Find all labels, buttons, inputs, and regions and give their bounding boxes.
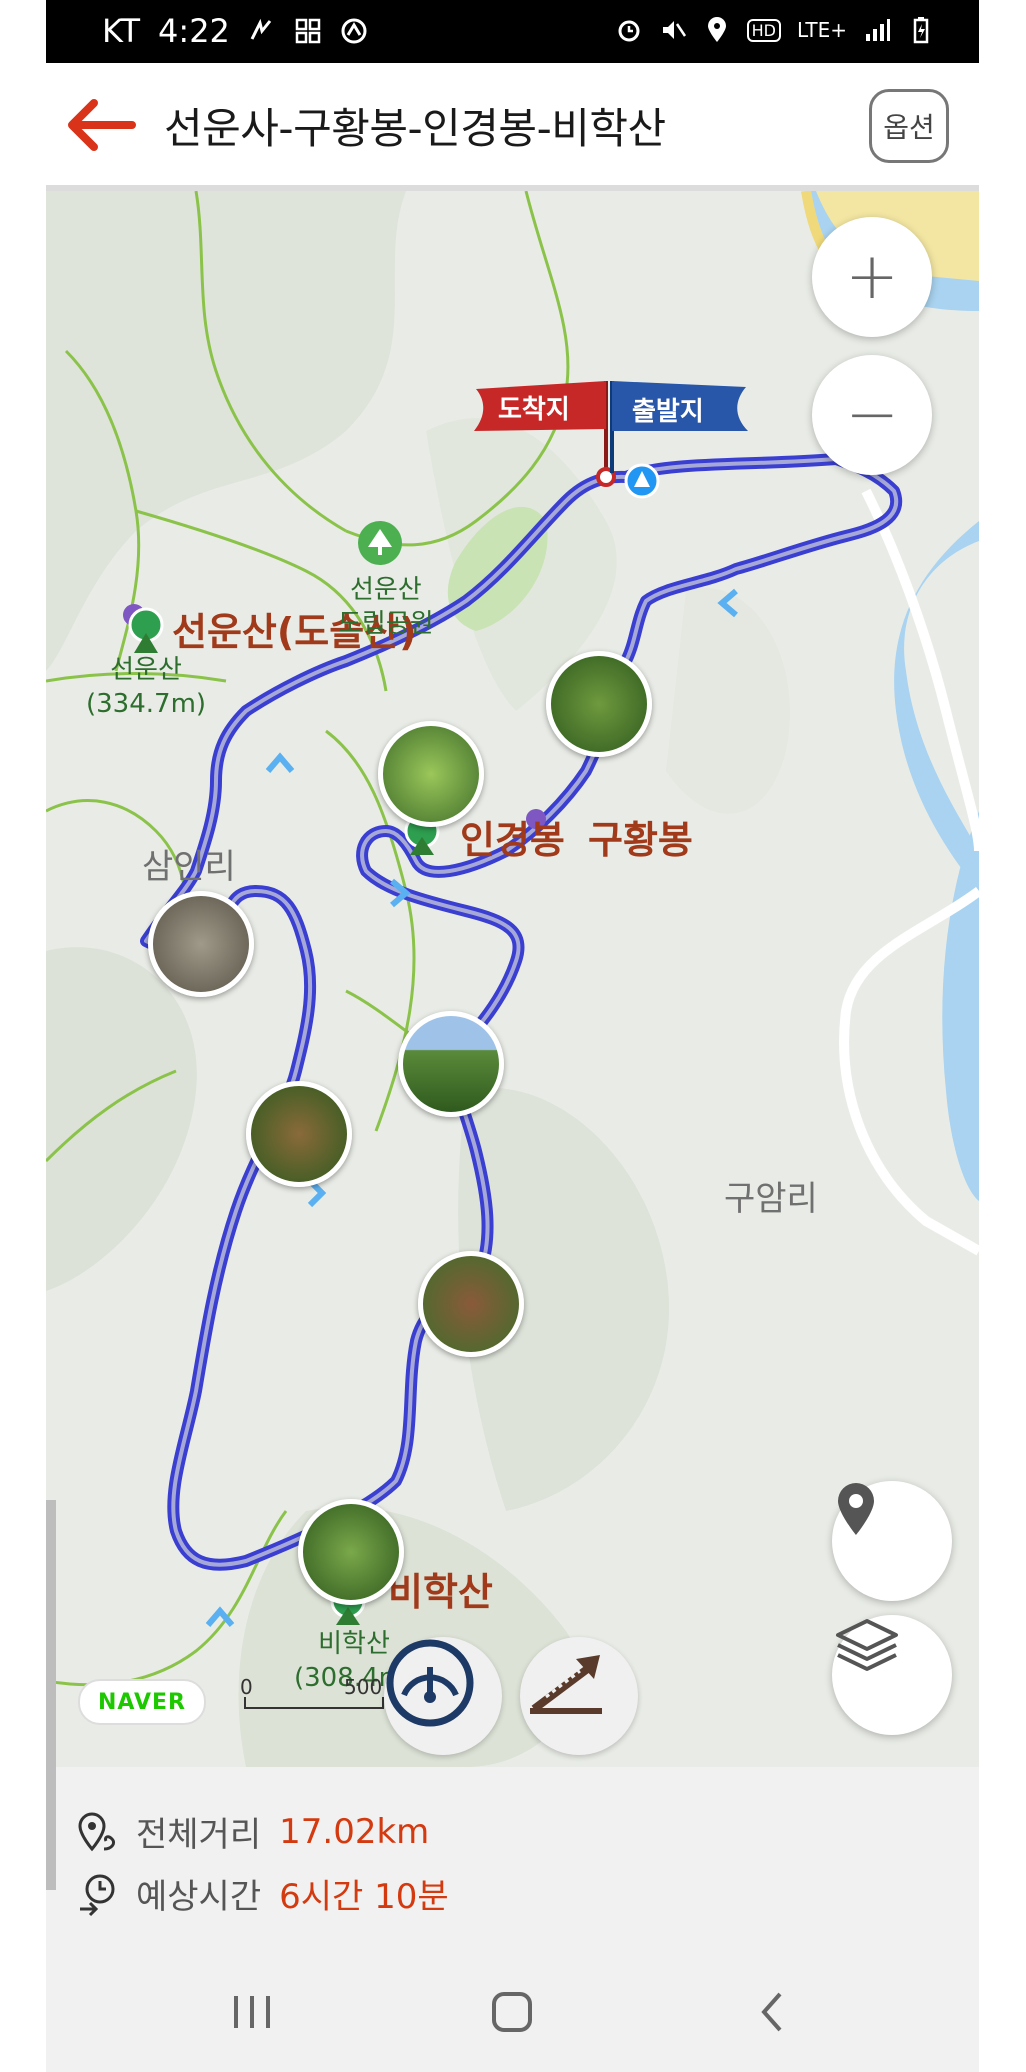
recent-apps-icon	[234, 1996, 270, 2028]
app-notification-icon	[341, 18, 367, 44]
park-icon	[358, 521, 402, 565]
edge-panel-handle[interactable]	[46, 1500, 56, 1890]
park-name-line1: 선운산	[349, 575, 422, 605]
estimated-time-icon	[80, 1874, 115, 1916]
time-label: 예상시간	[136, 1877, 262, 1917]
map-layers-button[interactable]	[832, 1615, 952, 1735]
map-scale-bar: 0 500	[240, 1675, 384, 1715]
route-photo-marker[interactable]	[378, 721, 484, 827]
battery-charging-icon	[913, 17, 929, 44]
elevation-profile-button[interactable]	[520, 1637, 638, 1755]
route-photo-marker[interactable]	[398, 1011, 504, 1117]
back-arrow-icon[interactable]	[62, 93, 136, 157]
layers-icon	[836, 1619, 898, 1671]
app-frame: KT 4:22 HD LTE+ 선운사-구황봉-인경봉-비학산 옵션 도착지 출…	[46, 0, 979, 2072]
route-direction-icon	[265, 752, 295, 773]
system-navigation-bar	[46, 1947, 979, 2072]
saminri-label: 삼인리	[142, 847, 236, 887]
route-distance-icon	[78, 1812, 116, 1851]
distance-row: 전체거리 17.02km	[76, 1807, 429, 1856]
guhwangbong-peak-label: 구황봉	[588, 818, 693, 862]
route-photo-marker[interactable]	[246, 1081, 352, 1187]
ingyeongbong-peak-label: 인경봉	[460, 818, 565, 862]
scale-start-label: 0	[240, 1675, 253, 1699]
home-icon	[492, 1992, 532, 2032]
time-row: 예상시간 6시간 10분	[76, 1869, 449, 1918]
route-photo-marker[interactable]	[298, 1499, 404, 1605]
time-value: 6시간 10분	[279, 1877, 449, 1917]
clock-text: 4:22	[158, 12, 230, 50]
recent-apps-button[interactable]	[222, 1987, 282, 2037]
speedometer-icon	[386, 1639, 474, 1727]
route-photo-marker[interactable]	[418, 1251, 524, 1357]
speed-gauge-button[interactable]	[384, 1637, 502, 1755]
elevation-slope-icon	[530, 1655, 602, 1714]
bihaksan-peak-label: 비학산	[388, 1570, 493, 1614]
summit-name: 선운산	[110, 655, 182, 685]
route-title: 선운사-구황봉-인경봉-비학산	[164, 104, 666, 153]
naver-logo: NAVER	[78, 1679, 206, 1725]
departure-flag-label: 출발지	[632, 397, 704, 427]
route-photo-marker[interactable]	[148, 891, 254, 997]
header-bar: 선운사-구황봉-인경봉-비학산 옵션	[46, 63, 979, 191]
grid-app-icon	[295, 18, 321, 44]
signal-icon	[866, 19, 890, 41]
summit-height: (334.7m)	[86, 689, 207, 719]
options-button[interactable]: 옵션	[869, 89, 949, 163]
distance-label: 전체거리	[136, 1815, 262, 1855]
distance-value: 17.02km	[279, 1811, 430, 1852]
notification-icon	[250, 18, 272, 40]
park-name-label: 선운산 도립공원	[338, 573, 434, 641]
park-name-line2: 도립공원	[338, 609, 434, 639]
hd-icon: HD	[746, 18, 781, 42]
zoom-out-button[interactable]: −	[812, 355, 932, 475]
status-bar: KT 4:22 HD LTE+	[46, 0, 979, 63]
status-right: HD LTE+	[615, 16, 935, 44]
mountain-peak-icon	[123, 604, 164, 653]
zoom-in-icon: +	[845, 240, 899, 314]
back-chevron-icon	[761, 1992, 782, 2032]
status-left: KT 4:22	[102, 12, 368, 50]
seonunsan-summit-label: 선운산 (334.7m)	[86, 653, 206, 721]
route-summary-panel: 전체거리 17.02km 예상시간 6시간 10분	[46, 1767, 979, 1947]
scale-end-label: 500	[344, 1675, 383, 1699]
alarm-icon	[618, 20, 640, 42]
route-direction-icon	[205, 1606, 235, 1627]
home-button[interactable]	[482, 1987, 542, 2037]
guamri-label: 구암리	[724, 1179, 818, 1219]
network-type-text: LTE+	[797, 18, 847, 42]
zoom-out-icon: −	[845, 378, 899, 452]
map-view[interactable]: 도착지 출발지 선운산(도솔산) 인경봉 구황봉 비학산 삼인리 구암리 선운산…	[46, 191, 979, 1767]
back-button[interactable]	[742, 1987, 802, 2037]
arrival-flag-label: 도착지	[498, 395, 570, 425]
route-photo-marker[interactable]	[546, 651, 652, 757]
carrier-text: KT	[102, 12, 141, 50]
zoom-in-button[interactable]: +	[812, 217, 932, 337]
location-icon	[707, 17, 726, 42]
mute-icon	[662, 21, 686, 39]
my-location-button[interactable]	[832, 1481, 952, 1601]
location-pin-icon	[838, 1483, 874, 1535]
